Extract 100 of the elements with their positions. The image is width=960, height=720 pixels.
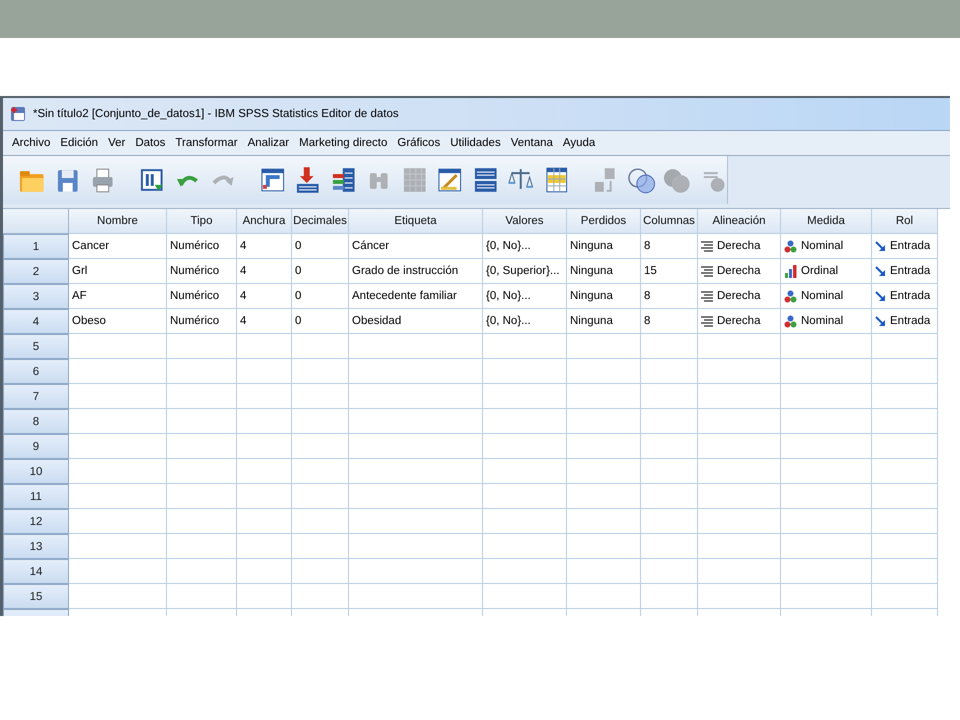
- column-header[interactable]: Etiqueta: [349, 209, 483, 234]
- empty-cell: [872, 359, 938, 384]
- empty-cell: [167, 559, 237, 584]
- cell-text: Entrada: [890, 240, 930, 252]
- arrow-icon: [875, 290, 886, 302]
- empty-cell: [167, 534, 237, 559]
- row-header[interactable]: 5: [3, 334, 69, 359]
- empty-cell: [237, 459, 292, 484]
- empty-cell: [167, 459, 237, 484]
- empty-cell: [641, 334, 698, 359]
- table-cell: 4: [237, 309, 292, 334]
- empty-cell: [872, 584, 938, 609]
- corner-cell[interactable]: [3, 209, 69, 234]
- empty-cell: [872, 459, 938, 484]
- cell-text: Ordinal: [801, 265, 838, 277]
- cell-text: Derecha: [717, 290, 760, 302]
- column-header[interactable]: Anchura: [237, 209, 292, 234]
- empty-cell: [292, 334, 349, 359]
- empty-cell: [237, 484, 292, 509]
- table-cell: 0: [292, 284, 349, 309]
- row-header[interactable]: 6: [3, 359, 69, 384]
- align-right-icon: [701, 316, 713, 326]
- column-header[interactable]: Alineación: [698, 209, 781, 234]
- align-right-icon: [701, 240, 713, 252]
- row-header[interactable]: 11: [3, 484, 69, 509]
- menu-item[interactable]: Gráficos: [392, 137, 446, 149]
- row-header[interactable]: 3: [3, 284, 69, 309]
- align-right-icon: [701, 266, 713, 276]
- window-title: *Sin título2 [Conjunto_de_datos1] - IBM SPSS Statistics Editor de datos: [33, 108, 399, 120]
- empty-cell: [872, 534, 938, 559]
- row-header[interactable]: 13: [3, 534, 69, 559]
- empty-cell: [872, 384, 938, 409]
- empty-cell: [641, 434, 698, 459]
- arrow-icon: [875, 240, 886, 252]
- table-cell: 8: [641, 309, 698, 334]
- menu-item[interactable]: Marketing directo: [294, 137, 392, 149]
- empty-cell: [237, 334, 292, 359]
- row-header[interactable]: 14: [3, 559, 69, 584]
- menu-item[interactable]: Analizar: [242, 137, 294, 149]
- empty-cell: [872, 434, 938, 459]
- column-header[interactable]: Decimales: [292, 209, 349, 234]
- arrow-icon: [875, 266, 886, 276]
- empty-cell: [167, 359, 237, 384]
- table-cell: 15: [641, 259, 698, 284]
- empty-cell: [167, 434, 237, 459]
- row-header[interactable]: 4: [3, 309, 69, 334]
- row-header[interactable]: 8: [3, 409, 69, 434]
- row-header[interactable]: 15: [3, 584, 69, 609]
- menu-item[interactable]: Ayuda: [558, 137, 600, 149]
- menu-item[interactable]: Ventana: [506, 137, 558, 149]
- column-header[interactable]: Valores: [483, 209, 567, 234]
- column-header[interactable]: Medida: [781, 209, 872, 234]
- row-header[interactable]: 10: [3, 459, 69, 484]
- table-cell: 8: [641, 284, 698, 309]
- menu-item[interactable]: Transformar: [170, 137, 243, 149]
- table-cell: Cancer: [69, 234, 167, 259]
- empty-cell: [641, 409, 698, 434]
- menu-item[interactable]: Datos: [130, 137, 170, 149]
- empty-cell: [237, 584, 292, 609]
- empty-cell: [167, 509, 237, 534]
- empty-cell: [167, 409, 237, 434]
- cell-text: Derecha: [717, 265, 760, 277]
- row-header[interactable]: 1: [3, 234, 69, 259]
- cell-text: Nominal: [801, 290, 844, 302]
- column-header[interactable]: Perdidos: [567, 209, 641, 234]
- empty-cell: [237, 359, 292, 384]
- arrow-icon: [875, 316, 886, 326]
- row-header[interactable]: 7: [3, 384, 69, 409]
- column-header[interactable]: Tipo: [167, 209, 237, 234]
- cell-text: Entrada: [890, 265, 930, 277]
- menu-item[interactable]: Archivo: [7, 137, 56, 149]
- menu-item[interactable]: Ver: [103, 137, 130, 149]
- empty-cell: [292, 459, 349, 484]
- menu-item[interactable]: Utilidades: [445, 137, 506, 149]
- empty-cell: [167, 334, 237, 359]
- table-cell: Obesidad: [349, 309, 483, 334]
- empty-cell: [292, 409, 349, 434]
- table-cell: 0: [292, 259, 349, 284]
- table-cell: {0, Superior}...: [483, 259, 567, 284]
- empty-cell: [641, 359, 698, 384]
- cell-text: Nominal: [801, 240, 844, 252]
- table-cell: 8: [641, 234, 698, 259]
- cell-text: Derecha: [717, 315, 760, 327]
- row-header[interactable]: 12: [3, 509, 69, 534]
- column-header[interactable]: Columnas: [641, 209, 698, 234]
- column-header[interactable]: Rol: [872, 209, 938, 234]
- table-cell: 4: [237, 234, 292, 259]
- table-cell: 0: [292, 309, 349, 334]
- cell-text: Entrada: [890, 315, 930, 327]
- table-cell: {0, No}...: [483, 309, 567, 334]
- empty-cell: [641, 559, 698, 584]
- row-header[interactable]: 2: [3, 259, 69, 284]
- empty-cell: [237, 559, 292, 584]
- table-cell: 4: [237, 284, 292, 309]
- empty-cell: [292, 384, 349, 409]
- menu-item[interactable]: Edición: [55, 137, 104, 149]
- row-header[interactable]: 9: [3, 434, 69, 459]
- column-header[interactable]: Nombre: [69, 209, 167, 234]
- empty-cell: [292, 584, 349, 609]
- empty-cell: [872, 559, 938, 584]
